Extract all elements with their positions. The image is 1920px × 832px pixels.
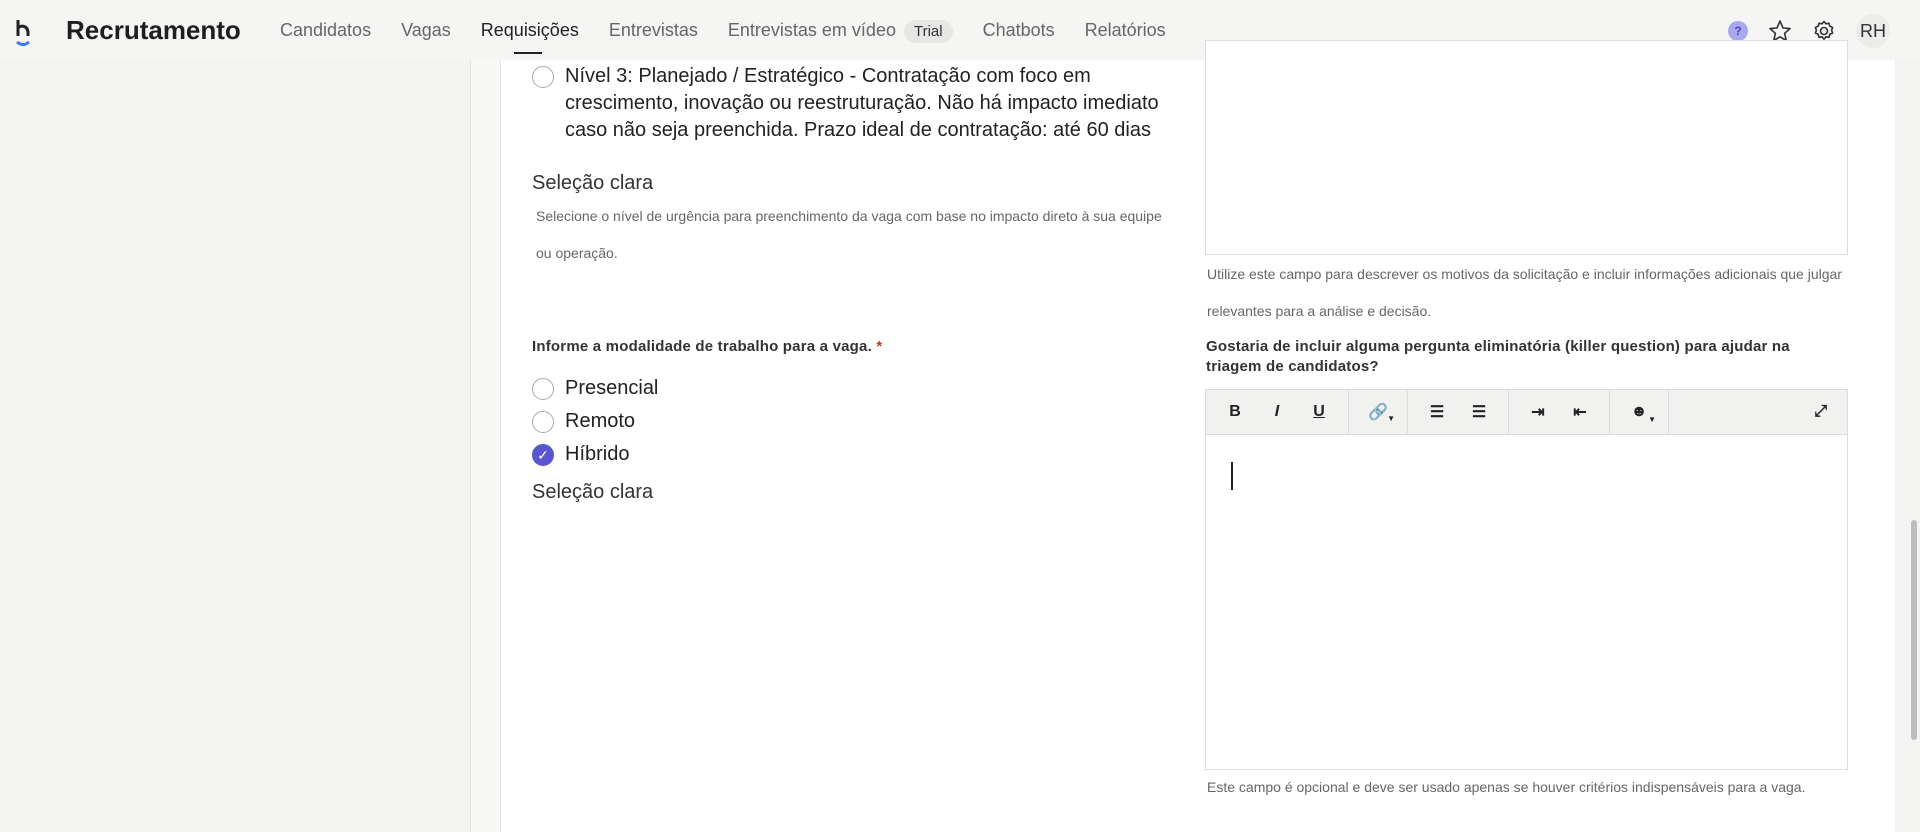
editor-toolbar: BIU 🔗 ▼ ☰ ☰ ⇥ ⇤ ☻ ▼ ⤢: [1205, 389, 1848, 435]
required-marker: *: [876, 338, 883, 355]
nav-candidatos[interactable]: Candidatos: [280, 20, 371, 41]
modality-presencial-radio[interactable]: [532, 378, 554, 400]
numbered-list-icon[interactable]: ☰: [1458, 402, 1500, 422]
nav-entrevistas[interactable]: Entrevistas: [609, 20, 698, 41]
indent-icon[interactable]: ⇥: [1517, 402, 1559, 422]
reason-help-text: Utilize este campo para descrever os mot…: [1207, 266, 1842, 319]
scrollbar-thumb[interactable]: [1911, 520, 1917, 740]
modality-presencial-label: Presencial: [565, 377, 659, 399]
nav-requisicoes[interactable]: Requisições: [481, 20, 579, 54]
emoji-icon[interactable]: ☻ ▼: [1618, 403, 1660, 424]
trial-badge: Trial: [903, 20, 953, 43]
urgency-level3-radio[interactable]: [532, 66, 554, 88]
modality-label: Informe a modalidade de trabalho para a …: [532, 338, 872, 355]
nav-chatbots[interactable]: Chatbots: [983, 20, 1055, 41]
italic-button[interactable]: I: [1256, 403, 1298, 421]
underline-button[interactable]: U: [1298, 403, 1340, 421]
nav-label: Entrevistas em vídeo: [727, 20, 896, 40]
fullscreen-icon[interactable]: ⤢: [1814, 403, 1827, 421]
urgency-clear-selection[interactable]: Seleção clara: [532, 172, 653, 195]
modality-remoto-radio[interactable]: [532, 411, 554, 433]
outdent-icon[interactable]: ⇤: [1559, 402, 1601, 422]
avatar[interactable]: RH: [1856, 14, 1890, 48]
side-column: [470, 60, 500, 832]
killer-question-label: Gostaria de incluir alguma pergunta elim…: [1206, 338, 1790, 375]
nav-vagas[interactable]: Vagas: [401, 20, 451, 41]
urgency-help-text: Selecione o nível de urgência para preen…: [536, 208, 1162, 261]
urgency-level3-label: Nível 3: Planejado / Estratégico - Contr…: [565, 65, 1159, 141]
nav-entrevistas-video[interactable]: Entrevistas em vídeo Trial: [727, 20, 953, 43]
help-icon[interactable]: ?: [1728, 21, 1748, 41]
modality-hibrido-radio[interactable]: ✓: [532, 444, 554, 466]
reason-textarea[interactable]: [1205, 40, 1848, 255]
killer-question-editor[interactable]: [1205, 434, 1848, 770]
app-title: Recrutamento: [66, 15, 241, 45]
killer-help-text: Este campo é opcional e deve ser usado a…: [1207, 779, 1806, 795]
bullet-list-icon[interactable]: ☰: [1416, 402, 1458, 422]
modality-clear-selection[interactable]: Seleção clara: [532, 481, 653, 504]
modality-question: Informe a modalidade de trabalho para a …: [532, 337, 882, 357]
logo-icon[interactable]: [14, 18, 42, 48]
text-cursor: [1231, 462, 1233, 490]
bold-button[interactable]: B: [1214, 403, 1256, 421]
modality-hibrido-label: Híbrido: [565, 443, 630, 465]
link-icon[interactable]: 🔗 ▼: [1357, 402, 1399, 423]
modality-remoto-label: Remoto: [565, 410, 636, 432]
nav-relatorios[interactable]: Relatórios: [1085, 20, 1166, 41]
